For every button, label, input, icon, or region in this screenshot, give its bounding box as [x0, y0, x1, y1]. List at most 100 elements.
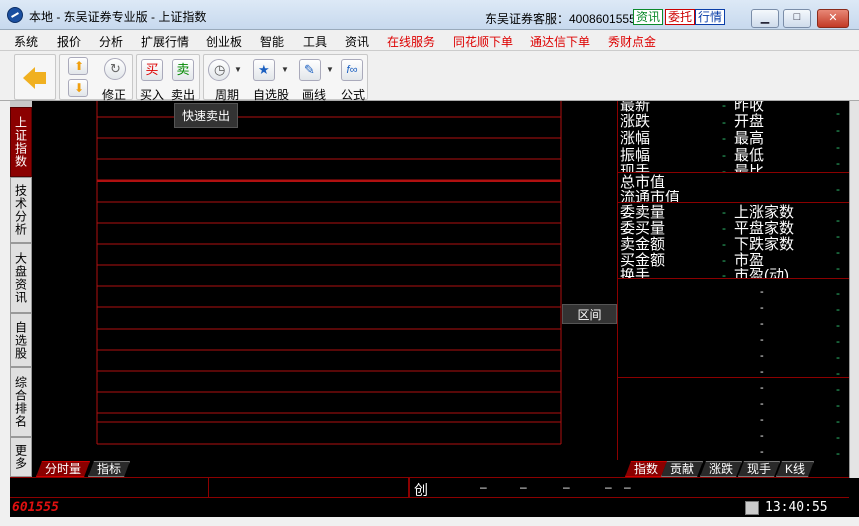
label-buy-amount: 买金额	[620, 252, 666, 269]
label-float-cap: 流通市值	[620, 190, 681, 202]
tick-dash: -	[760, 302, 764, 314]
label-down-count: 下跌家数	[734, 236, 795, 253]
down-arrow-icon[interactable]: ⬇	[68, 79, 88, 97]
menu-tools[interactable]: 工具	[303, 33, 327, 50]
dash-1: -	[722, 101, 726, 112]
tab-ranking[interactable]: 综合排名	[10, 367, 32, 437]
tab-indicator[interactable]: 指标	[88, 461, 130, 477]
tick-dot: -	[836, 302, 840, 316]
label-change-pct: 涨幅	[620, 130, 651, 147]
tab-index[interactable]: 指数	[625, 461, 667, 477]
menu-smart[interactable]: 智能	[260, 33, 284, 50]
label-ask-vol: 委卖量	[620, 204, 666, 221]
menu-news[interactable]: 资讯	[345, 33, 369, 50]
trade-group: 买 卖 买入 卖出	[136, 54, 200, 102]
watchlist-dropdown-icon[interactable]: ▼	[281, 65, 289, 74]
dash-4: -	[722, 148, 726, 162]
status-dash: –	[563, 480, 570, 494]
tab-market-news[interactable]: 大盘资讯	[10, 243, 32, 313]
label-pe-dynamic: 市盈(动)	[734, 268, 789, 278]
maximize-icon: □	[793, 11, 801, 23]
right-scrollbar[interactable]	[849, 101, 859, 478]
info-button[interactable]: 资讯	[633, 9, 664, 25]
dot-6: -	[836, 213, 840, 227]
left-frame	[0, 101, 10, 517]
label-ratio: 最比	[734, 164, 764, 172]
draw-dropdown-icon[interactable]: ▼	[326, 65, 334, 74]
close-button[interactable]: ✕	[817, 9, 849, 28]
period-dropdown-icon[interactable]: ▼	[234, 65, 242, 74]
maximize-button[interactable]: □	[783, 9, 811, 28]
up-arrow-icon[interactable]: ⬆	[68, 57, 88, 75]
dash-3: -	[722, 131, 726, 145]
title-bar: 本地 - 东吴证券专业版 - 上证指数 东吴证券客服：4008601555 资讯…	[0, 0, 859, 30]
tick-dot: -	[836, 334, 840, 348]
menu-ths-order[interactable]: 同花顺下单	[453, 33, 513, 50]
dash-7: -	[722, 221, 726, 235]
clock-time: 13:40:55	[765, 500, 828, 515]
menu-system[interactable]: 系统	[14, 33, 38, 50]
tab-watchlist[interactable]: 自选股	[10, 313, 32, 367]
close-icon: ✕	[828, 12, 838, 24]
menu-tdx-order[interactable]: 通达信下单	[530, 33, 590, 50]
label-amplitude: 振幅	[620, 147, 651, 164]
refresh-icon[interactable]: ↻	[104, 58, 126, 80]
dash-5: -	[722, 164, 726, 178]
pencil-icon[interactable]: ✎	[299, 59, 321, 81]
label-pe: 市盈	[734, 252, 765, 269]
minimize-button[interactable]: ▁	[751, 9, 779, 28]
dot-7: -	[836, 229, 840, 243]
menu-extended[interactable]: 扩展行情	[141, 33, 189, 50]
dot-9: -	[836, 261, 840, 275]
tab-rise-fall[interactable]: 涨跌	[700, 461, 742, 477]
status-cell	[209, 478, 409, 498]
range-button[interactable]: 区间	[562, 304, 617, 324]
tick-dash: -	[760, 382, 764, 394]
tab-technical-analysis[interactable]: 技术分析	[10, 177, 32, 243]
tab-more[interactable]: 更多	[10, 437, 32, 477]
tab-kline[interactable]: K线	[776, 461, 814, 477]
chart-area[interactable]	[32, 101, 617, 460]
tick-dash: -	[760, 286, 764, 298]
separator	[618, 377, 849, 378]
menu-xiucai[interactable]: 秀财点金	[608, 33, 656, 50]
dot-3: -	[836, 140, 840, 154]
bottom-status-bar: 601555 13:40:55	[10, 497, 849, 517]
dot-1: -	[836, 106, 840, 120]
tick-dot: -	[836, 382, 840, 396]
tab-current-hand[interactable]: 现手	[738, 461, 780, 477]
tab-contribution[interactable]: 贡献	[661, 461, 703, 477]
dot-2: -	[836, 123, 840, 137]
menu-quote[interactable]: 报价	[57, 33, 81, 50]
label-low: 最低	[734, 147, 765, 164]
tick-dot: -	[836, 318, 840, 332]
stock-code-ticker[interactable]: 601555	[12, 500, 59, 515]
dot-4: -	[836, 156, 840, 170]
menu-online-service[interactable]: 在线服务	[387, 33, 435, 50]
sell-icon[interactable]: 卖	[172, 59, 194, 81]
label-high: 最高	[734, 130, 765, 147]
quote-button[interactable]: 行情	[695, 9, 726, 25]
chart-tab-strip: 分时量 指标	[32, 460, 617, 477]
menu-analysis[interactable]: 分析	[99, 33, 123, 50]
trust-button[interactable]: 委托	[665, 9, 696, 25]
tab-shanghai-index[interactable]: 上证指数	[10, 107, 32, 177]
tick-dash: -	[760, 350, 764, 362]
service-hotline: 东吴证券客服：4008601555	[485, 12, 636, 26]
clock-icon[interactable]: ◷	[208, 59, 230, 81]
label-current-volume: 现手	[620, 164, 650, 172]
watchlist-star-icon[interactable]: ★	[253, 59, 275, 81]
tick-dot: -	[836, 414, 840, 428]
minimize-icon: ▁	[760, 12, 770, 24]
panel-tab-strip: 指数 贡献 涨跌 现手 K线	[617, 460, 849, 477]
separator	[618, 278, 849, 279]
back-arrow-tail	[34, 72, 46, 84]
formula-icon[interactable]: f∞	[341, 59, 363, 81]
status-cell	[10, 478, 209, 498]
tick-dash: -	[760, 430, 764, 442]
tab-time-volume[interactable]: 分时量	[36, 461, 90, 477]
tick-dot: -	[836, 350, 840, 364]
buy-icon[interactable]: 买	[141, 59, 163, 81]
left-tab-bar: 上证指数 技术分析 大盘资讯 自选股 综合排名 更多	[10, 101, 32, 478]
menu-gem[interactable]: 创业板	[206, 33, 242, 50]
